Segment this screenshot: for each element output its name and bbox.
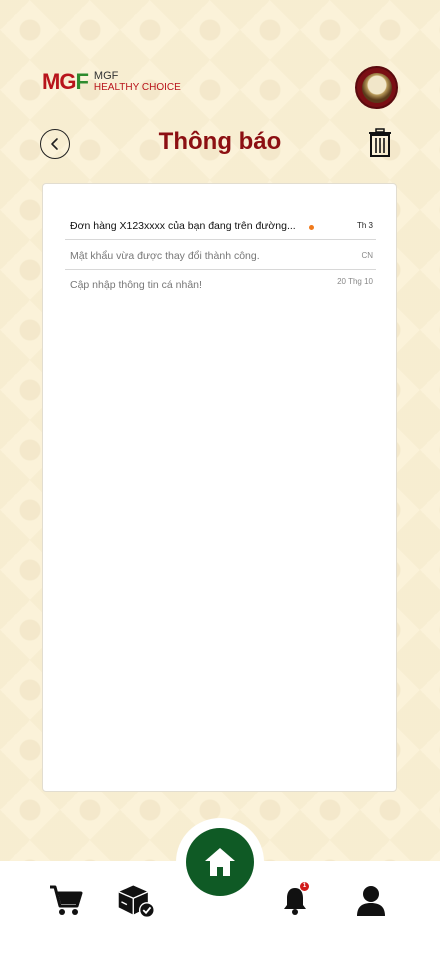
notification-badge: 1 <box>300 882 309 891</box>
notification-date: CN <box>361 251 373 260</box>
notification-panel: Đơn hàng X123xxxx của bạn đang trên đườn… <box>42 183 397 792</box>
page-title: Thông báo <box>158 128 282 155</box>
logo-mark: MGF <box>42 69 89 94</box>
tab-notifications[interactable]: 1 <box>275 882 315 919</box>
user-icon <box>357 886 385 916</box>
notification-date: 20 Thg 10 <box>337 277 373 286</box>
delete-all-button[interactable] <box>368 128 392 158</box>
profile-avatar[interactable] <box>355 66 398 109</box>
notification-text: Đơn hàng X123xxxx của bạn đang trên đườn… <box>70 220 296 232</box>
notification-item[interactable]: Cập nhập thông tin cá nhân! 20 Thg 10 <box>65 271 376 299</box>
tab-orders[interactable] <box>116 883 156 919</box>
home-icon <box>205 848 235 876</box>
notification-date: Th 3 <box>356 221 373 230</box>
tab-cart[interactable] <box>46 883 86 919</box>
brand-logo: MGF MGF HEALTHY CHOICE <box>42 69 181 95</box>
notification-text: Mật khẩu vừa được thay đổi thành công. <box>70 250 260 262</box>
cart-icon <box>50 885 83 915</box>
notification-text: Cập nhập thông tin cá nhân! <box>70 279 202 291</box>
home-button-wrap <box>176 818 264 906</box>
brand-name: MGF <box>93 70 119 82</box>
tab-profile[interactable] <box>351 883 391 919</box>
home-button[interactable] <box>186 828 254 896</box>
title-bar: Thông báo <box>40 126 400 162</box>
notification-item[interactable]: Mật khẩu vừa được thay đổi thành công. C… <box>65 242 376 270</box>
notification-item[interactable]: Đơn hàng X123xxxx của bạn đang trên đườn… <box>65 212 376 240</box>
logo-text: MGF HEALTHY CHOICE <box>94 70 181 94</box>
trash-icon <box>369 128 391 157</box>
avatar-image <box>361 72 392 103</box>
package-check-icon <box>118 885 155 919</box>
brand-tagline: HEALTHY CHOICE <box>93 82 181 93</box>
app-header: MGF MGF HEALTHY CHOICE <box>42 64 398 110</box>
unread-dot <box>309 225 314 230</box>
